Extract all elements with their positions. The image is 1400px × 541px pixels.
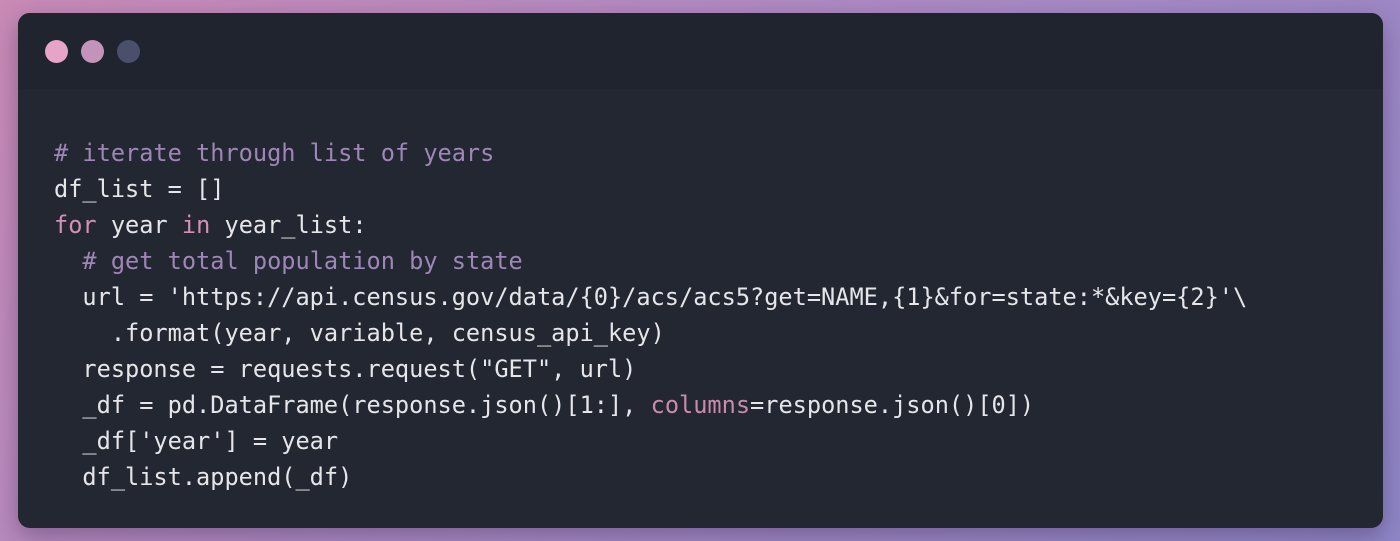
code-line: _df['year'] = year	[54, 423, 1247, 459]
code-token-plain: year	[96, 211, 182, 239]
code-line: .format(year, variable, census_api_key)	[54, 315, 1247, 351]
code-line: # get total population by state	[54, 243, 1247, 279]
code-token-plain: _df = pd.DataFrame(response.json()[1:],	[54, 391, 651, 419]
code-token-plain: response = requests.request("GET", url)	[54, 355, 637, 383]
code-token-comment: # get total population by state	[82, 247, 523, 275]
code-line: df_list.append(_df)	[54, 459, 1247, 495]
code-window: # iterate through list of years df_list =…	[18, 13, 1383, 528]
code-line: url = 'https://api.census.gov/data/{0}/a…	[54, 279, 1247, 315]
minimize-dot-icon[interactable]	[81, 40, 104, 63]
code-token-plain: df_list.append(_df)	[54, 463, 353, 491]
code-token-plain: url = 'https://api.census.gov/data/{0}/a…	[54, 283, 1248, 311]
code-token-kwarg: columns	[650, 391, 751, 419]
code-token-plain: .format(year, variable, census_api_key)	[54, 319, 665, 347]
code-line: # iterate through list of years	[54, 135, 1247, 171]
close-dot-icon[interactable]	[45, 40, 68, 63]
code-block: # iterate through list of years df_list =…	[54, 135, 1247, 495]
maximize-dot-icon[interactable]	[117, 40, 140, 63]
code-token-plain: =response.json()[0])	[750, 391, 1035, 419]
code-token-keyword: in	[181, 211, 211, 239]
code-token-plain: year_list:	[210, 211, 367, 239]
code-line: response = requests.request("GET", url)	[54, 351, 1247, 387]
code-token-keyword: for	[54, 211, 97, 239]
code-token-plain: df_list = []	[54, 175, 225, 203]
code-line: for year in year_list:	[54, 207, 1247, 243]
code-token-comment: # iterate through list of years	[54, 139, 495, 167]
code-token-plain: _df['year'] = year	[54, 427, 339, 455]
code-line: _df = pd.DataFrame(response.json()[1:], …	[54, 387, 1247, 423]
window-titlebar	[18, 13, 1383, 89]
code-line: df_list = []	[54, 171, 1247, 207]
